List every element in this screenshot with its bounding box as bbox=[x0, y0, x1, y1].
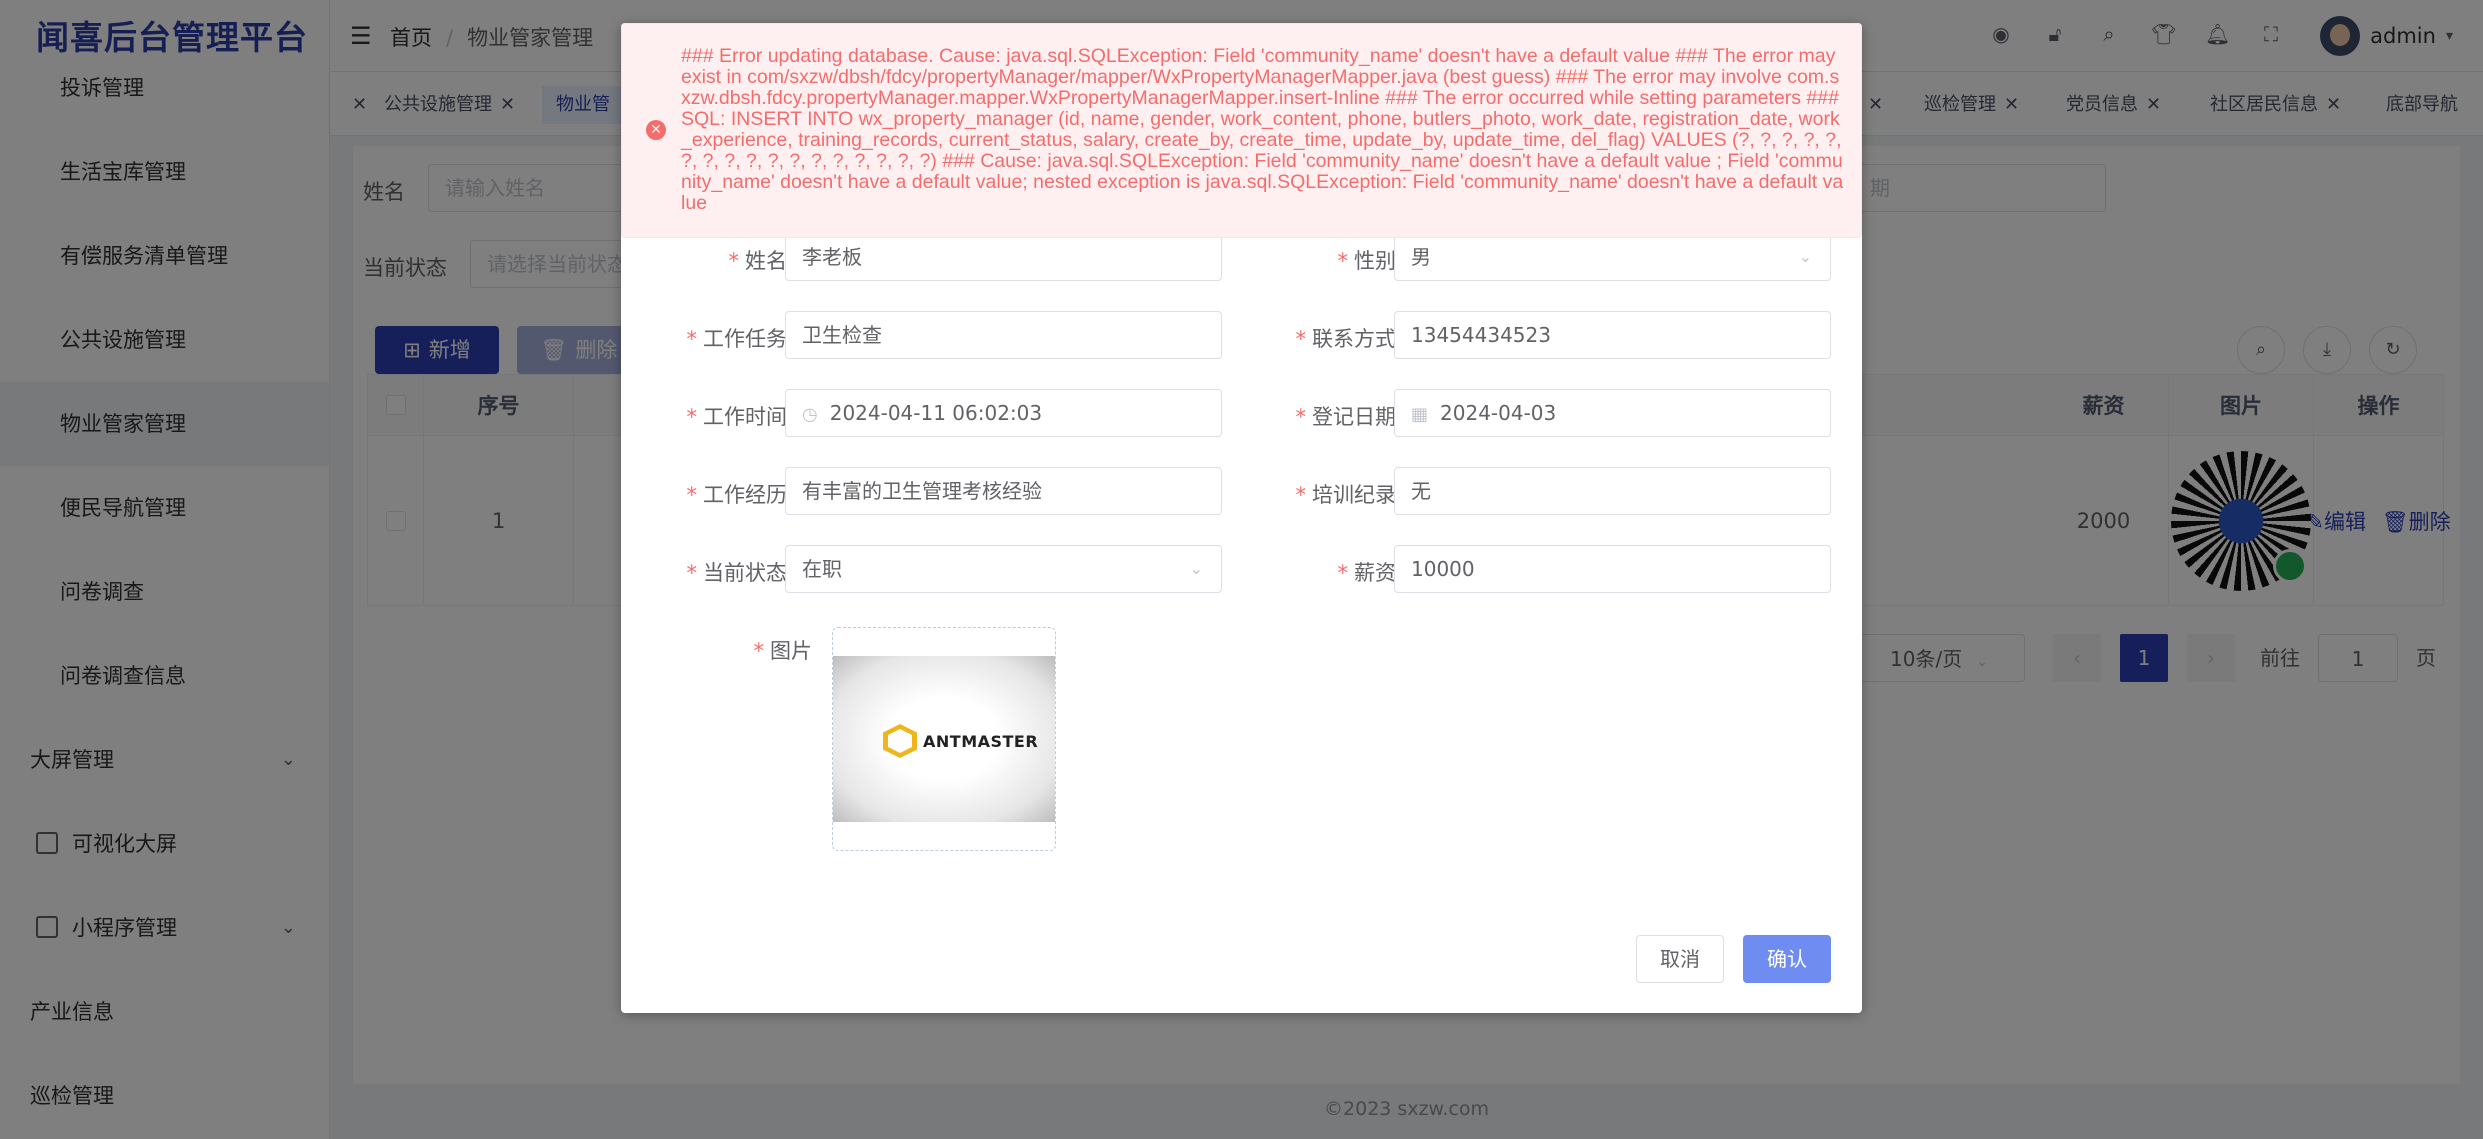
chevron-down-icon: ⌄ bbox=[1798, 247, 1812, 266]
phone-label: * 联系方式 bbox=[1295, 327, 1397, 351]
registration-date-label: * 登记日期 bbox=[1295, 405, 1397, 429]
status-label: * 当前状态 bbox=[686, 561, 788, 585]
status-select[interactable]: 在职 ⌄ bbox=[785, 545, 1222, 593]
experience-field[interactable]: 有丰富的卫生管理考核经验 bbox=[785, 467, 1222, 515]
chevron-down-icon: ⌄ bbox=[1189, 559, 1203, 578]
training-label: * 培训纪录 bbox=[1295, 483, 1397, 507]
training-field[interactable]: 无 bbox=[1394, 467, 1831, 515]
error-circle-icon: ✕ bbox=[646, 120, 666, 140]
registration-date-picker[interactable]: ▦ 2024-04-03 bbox=[1394, 389, 1831, 437]
photo-label: * 图片 bbox=[753, 639, 813, 663]
cancel-button[interactable]: 取消 bbox=[1636, 935, 1724, 983]
antmaster-logo-text: ANTMASTER bbox=[923, 732, 1039, 751]
antmaster-logo-icon bbox=[883, 724, 917, 758]
name-field[interactable]: 李老板 bbox=[785, 233, 1222, 281]
work-content-field[interactable]: 卫生检查 bbox=[785, 311, 1222, 359]
work-content-label: * 工作任务 bbox=[686, 327, 788, 351]
error-message: ✕ ### Error updating database. Cause: ja… bbox=[621, 23, 1862, 238]
work-date-label: * 工作时间 bbox=[686, 405, 788, 429]
gender-select[interactable]: 男 ⌄ bbox=[1394, 233, 1831, 281]
name-label: * 姓名 bbox=[728, 249, 788, 273]
calendar-icon: ▦ bbox=[1411, 404, 1429, 425]
uploaded-photo[interactable]: ANTMASTER bbox=[833, 656, 1055, 822]
salary-label: * 薪资 bbox=[1337, 561, 1397, 585]
salary-field[interactable]: 10000 bbox=[1394, 545, 1831, 593]
clock-icon: ◷ bbox=[802, 404, 818, 425]
gender-label: * 性别 bbox=[1337, 249, 1397, 273]
error-message-text: ### Error updating database. Cause: java… bbox=[681, 45, 1844, 214]
confirm-button[interactable]: 确认 bbox=[1743, 935, 1831, 983]
experience-label: * 工作经历 bbox=[686, 483, 788, 507]
phone-field[interactable]: 13454434523 bbox=[1394, 311, 1831, 359]
photo-uploader[interactable]: ANTMASTER bbox=[832, 627, 1056, 851]
work-date-picker[interactable]: ◷ 2024-04-11 06:02:03 bbox=[785, 389, 1222, 437]
